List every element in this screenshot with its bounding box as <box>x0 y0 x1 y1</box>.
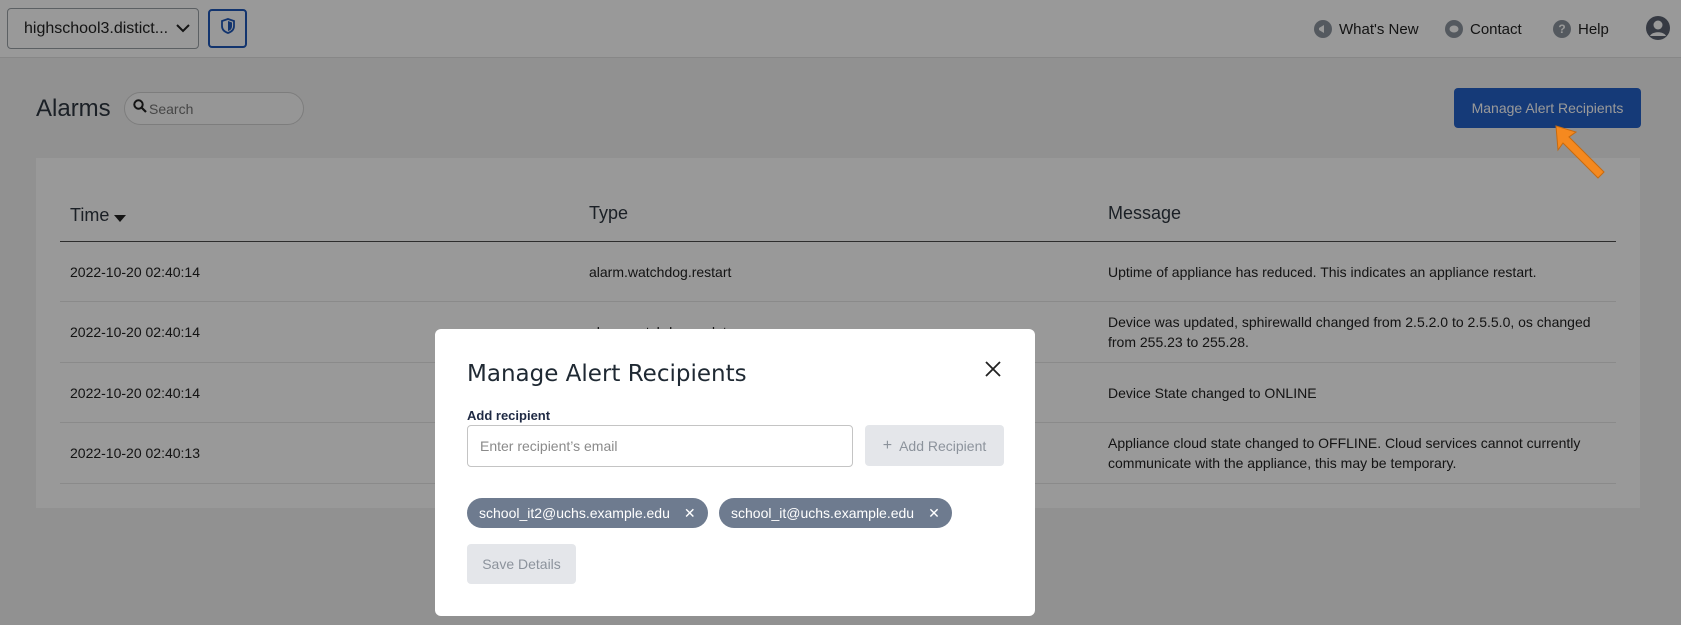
plus-icon: + <box>882 436 893 454</box>
add-recipient-button[interactable]: + Add Recipient <box>865 425 1004 466</box>
recipient-chip-email: school_it@uchs.example.edu <box>731 505 915 521</box>
save-details-button[interactable]: Save Details <box>467 544 576 584</box>
manage-alert-recipients-modal: Manage Alert Recipients Add recipient + … <box>435 329 1035 616</box>
modal-title: Manage Alert Recipients <box>467 361 747 387</box>
remove-recipient-icon[interactable]: ✕ <box>928 505 940 522</box>
annotation-arrow-icon <box>1550 122 1610 187</box>
add-recipient-button-label: Add Recipient <box>899 437 987 454</box>
remove-recipient-icon[interactable]: ✕ <box>684 505 696 522</box>
recipient-chip: school_it2@uchs.example.edu ✕ <box>467 498 708 528</box>
recipient-chip: school_it@uchs.example.edu ✕ <box>719 498 952 528</box>
add-recipient-label: Add recipient <box>467 408 551 423</box>
recipient-email-input[interactable] <box>467 425 853 467</box>
close-icon[interactable] <box>982 358 1004 380</box>
recipient-chip-email: school_it2@uchs.example.edu <box>479 505 670 521</box>
